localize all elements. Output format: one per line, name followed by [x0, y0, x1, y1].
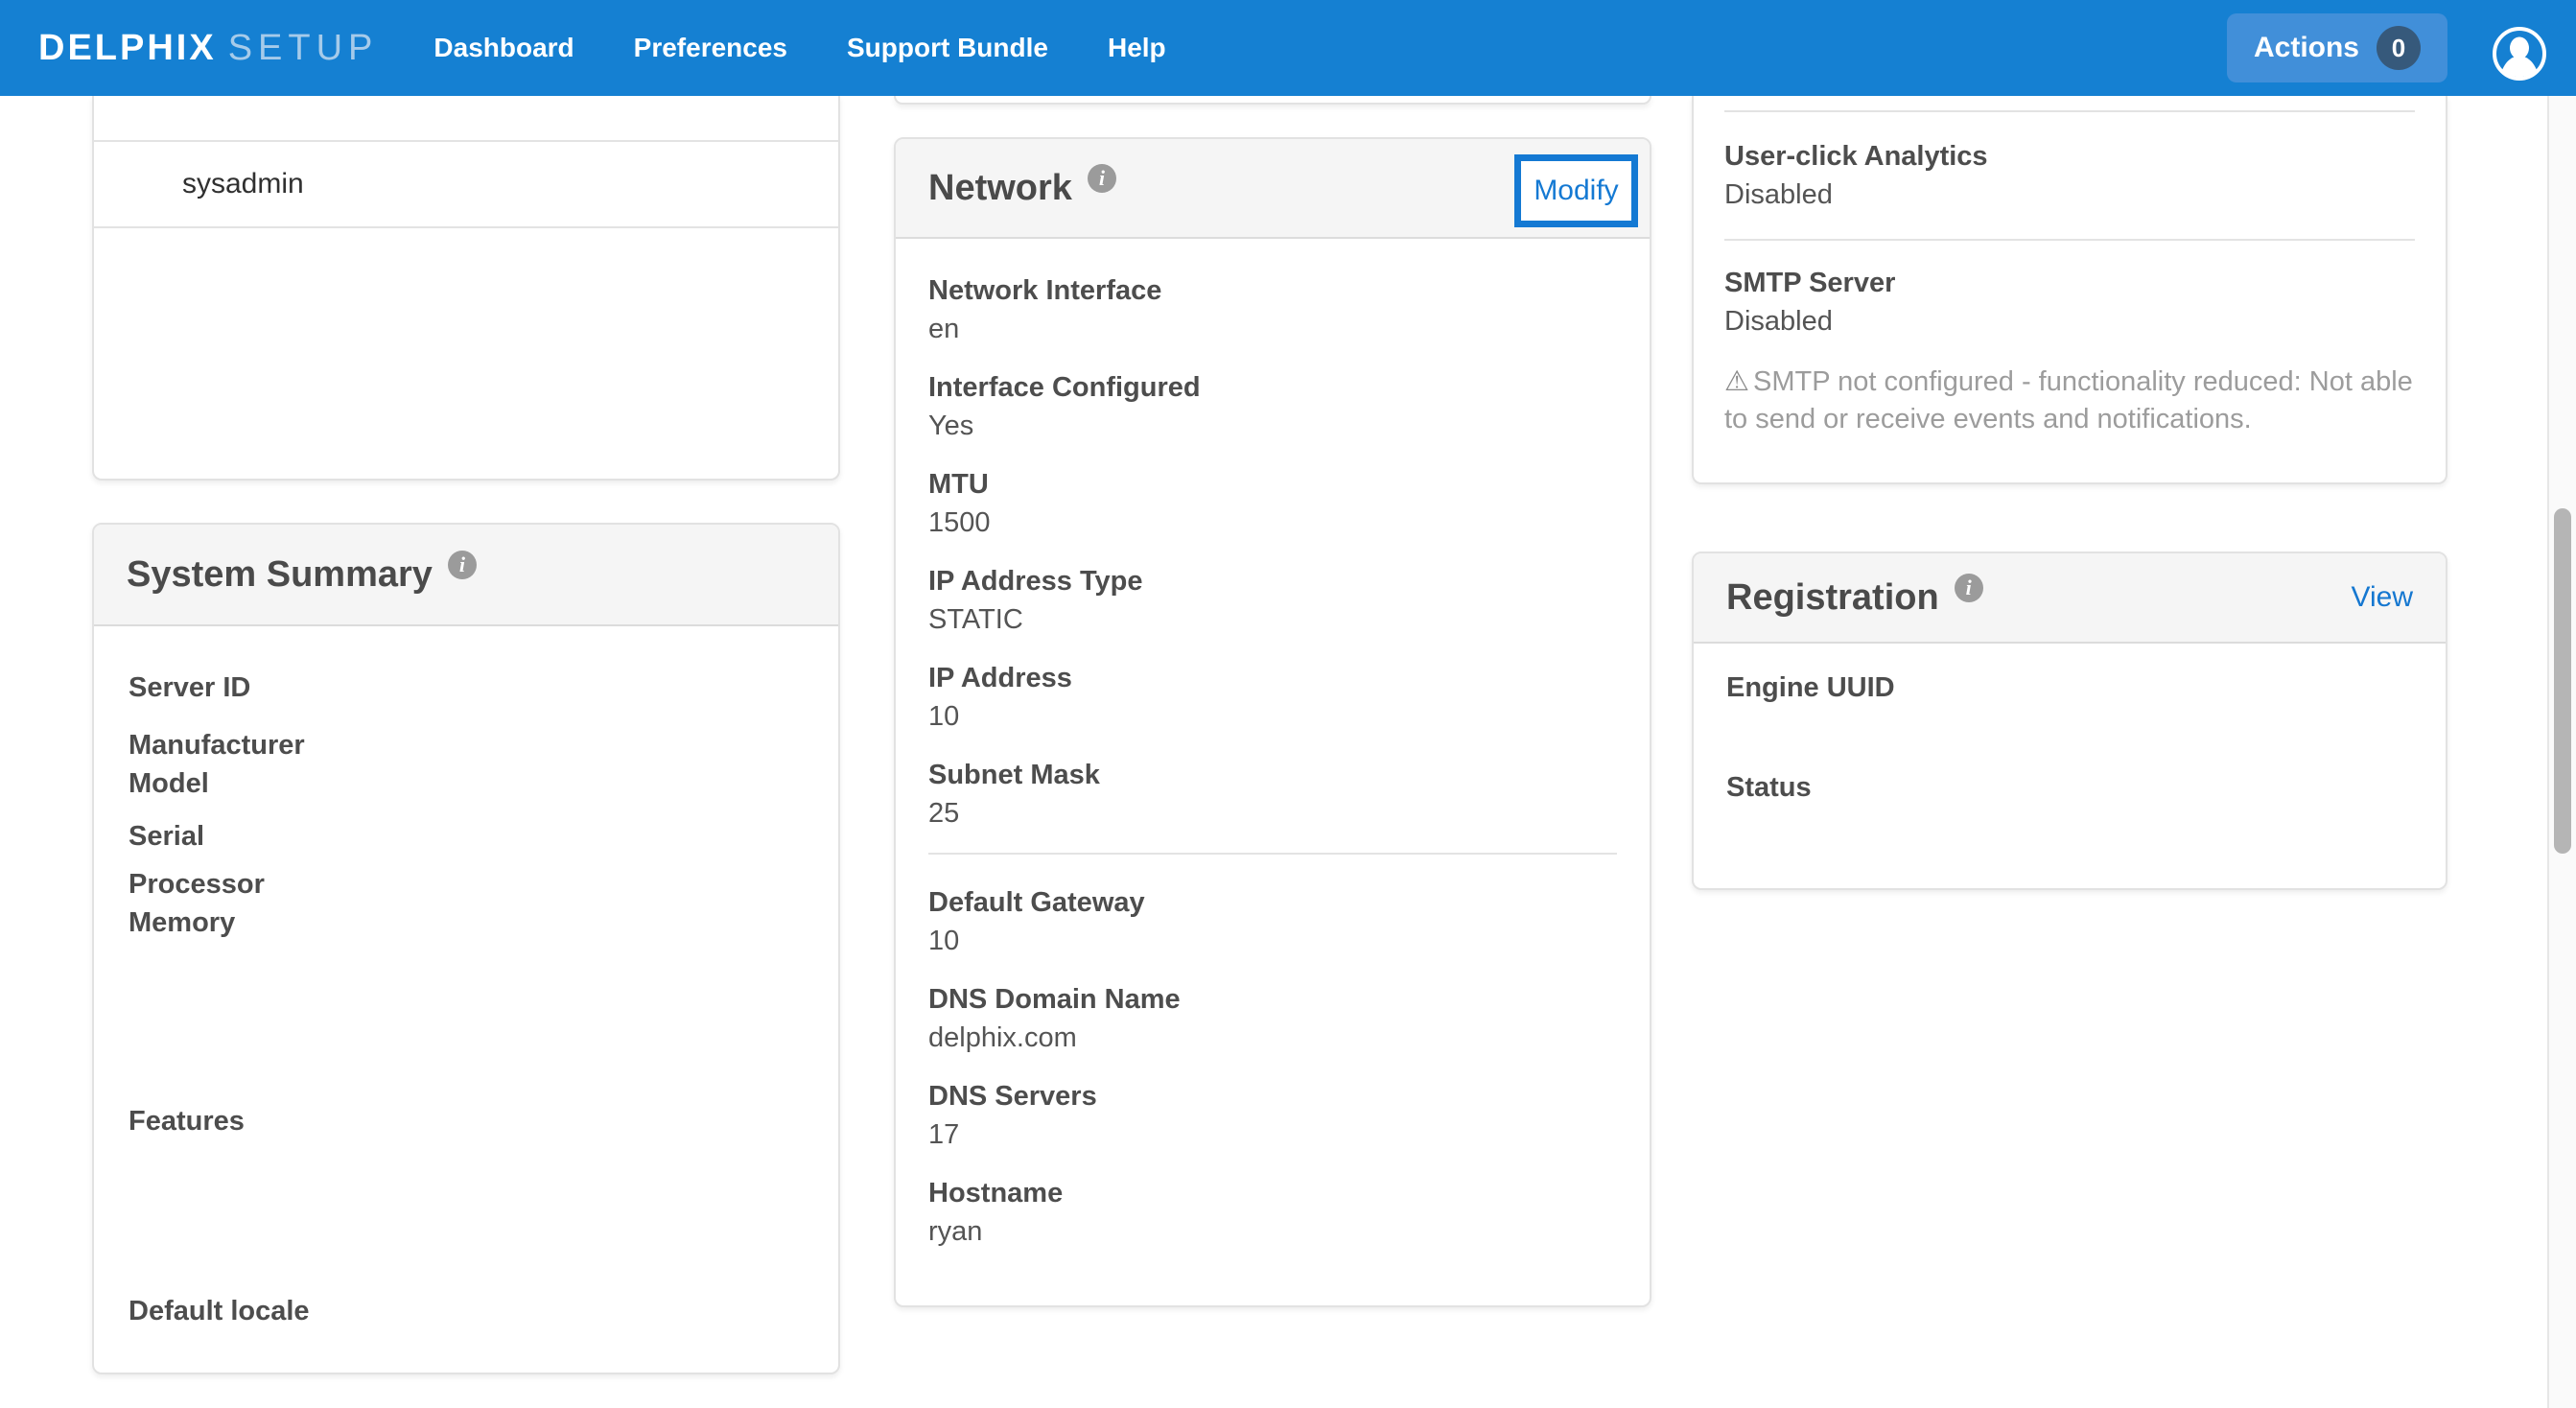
field-label: IP Address Type — [928, 562, 1617, 600]
field-interface-configured: Interface Configured Yes — [928, 368, 1617, 445]
field-label: SMTP Server — [1724, 264, 2415, 302]
analytics-smtp-card: User-click Analytics Disabled SMTP Serve… — [1692, 96, 2447, 484]
nav-item-help[interactable]: Help — [1108, 33, 1166, 63]
info-icon[interactable]: i — [1088, 164, 1116, 193]
field-value: 25 — [928, 794, 1617, 833]
registration-header: Registration i View — [1694, 553, 2446, 644]
warning-icon: ⚠ — [1724, 366, 1749, 397]
label-default-locale: Default locale — [129, 1292, 804, 1330]
label-status: Status — [1726, 768, 2413, 807]
nav-menu: Dashboard Preferences Support Bundle Hel… — [433, 33, 1165, 63]
system-summary-body: Server ID Manufacturer Model Serial Proc… — [94, 626, 838, 1330]
user-avatar-icon[interactable] — [2492, 26, 2547, 82]
smtp-warning-message: ⚠SMTP not configured - functionality red… — [1724, 364, 2415, 438]
registration-card: Registration i View Engine UUID Status — [1692, 551, 2447, 890]
network-header: Network i Modify — [896, 139, 1650, 239]
label-engine-uuid: Engine UUID — [1726, 669, 2413, 707]
nav-item-support-bundle[interactable]: Support Bundle — [847, 33, 1048, 63]
warning-label: SMTP not configured - functionality redu… — [1724, 366, 2413, 434]
field-value: STATIC — [928, 600, 1617, 639]
field-label: IP Address — [928, 659, 1617, 697]
field-default-gateway: Default Gateway 10 — [928, 883, 1617, 960]
label-server-id: Server ID — [129, 669, 804, 707]
field-value: 10 — [928, 697, 1617, 736]
field-user-click-analytics: User-click Analytics Disabled — [1724, 137, 2415, 214]
label-memory: Memory — [129, 903, 804, 942]
vertical-scrollbar-thumb[interactable] — [2554, 508, 2571, 854]
section-divider — [1724, 110, 2415, 112]
previous-card-bottom-edge — [894, 96, 1651, 105]
actions-button[interactable]: Actions 0 — [2227, 13, 2447, 82]
users-card: sysadmin — [92, 96, 840, 481]
brand-secondary: SETUP — [228, 28, 379, 69]
label-model: Model — [129, 764, 804, 803]
section-divider — [928, 853, 1617, 855]
field-label: Default Gateway — [928, 883, 1617, 922]
view-link[interactable]: View — [2352, 581, 2413, 614]
field-network-interface: Network Interface en — [928, 271, 1617, 348]
list-item-sysadmin[interactable]: sysadmin — [94, 140, 838, 228]
system-summary-header: System Summary i — [94, 525, 838, 626]
field-value: 17 — [928, 1115, 1617, 1154]
label-processor: Processor — [129, 865, 804, 903]
field-value: ryan — [928, 1212, 1617, 1251]
delphix-setup-logo[interactable]: DELPHIX SETUP — [38, 28, 378, 69]
field-label: DNS Servers — [928, 1077, 1617, 1115]
modify-button[interactable]: Modify — [1514, 154, 1638, 227]
registration-body: Engine UUID Status — [1694, 644, 2446, 807]
section-divider — [1724, 239, 2415, 241]
system-summary-title: System Summary — [127, 554, 433, 596]
field-value: en — [928, 310, 1617, 348]
actions-count-badge: 0 — [2377, 26, 2421, 70]
info-icon[interactable]: i — [1955, 574, 1983, 602]
network-title: Network — [928, 168, 1072, 209]
field-value: 10 — [928, 922, 1617, 960]
network-body: Network Interface en Interface Configure… — [896, 239, 1650, 1251]
top-navbar: DELPHIX SETUP Dashboard Preferences Supp… — [0, 0, 2576, 96]
field-dns-domain-name: DNS Domain Name delphix.com — [928, 980, 1617, 1057]
field-label: User-click Analytics — [1724, 137, 2415, 176]
field-label: Subnet Mask — [928, 756, 1617, 794]
field-label: DNS Domain Name — [928, 980, 1617, 1019]
info-icon[interactable]: i — [448, 551, 477, 579]
user-name: sysadmin — [182, 168, 304, 200]
label-manufacturer: Manufacturer — [129, 726, 804, 764]
nav-item-dashboard[interactable]: Dashboard — [433, 33, 574, 63]
field-subnet-mask: Subnet Mask 25 — [928, 756, 1617, 833]
field-value: 1500 — [928, 504, 1617, 542]
field-dns-servers: DNS Servers 17 — [928, 1077, 1617, 1154]
field-label: Network Interface — [928, 271, 1617, 310]
field-ip-address: IP Address 10 — [928, 659, 1617, 736]
field-label: Hostname — [928, 1174, 1617, 1212]
field-value: delphix.com — [928, 1019, 1617, 1057]
label-serial: Serial — [129, 817, 804, 856]
field-value: Disabled — [1724, 176, 2415, 214]
field-value: Yes — [928, 407, 1617, 445]
field-mtu: MTU 1500 — [928, 465, 1617, 542]
field-label: MTU — [928, 465, 1617, 504]
actions-button-label: Actions — [2254, 32, 2359, 64]
field-label: Interface Configured — [928, 368, 1617, 407]
field-value: Disabled — [1724, 302, 2415, 340]
field-smtp-server: SMTP Server Disabled — [1724, 264, 2415, 340]
field-ip-address-type: IP Address Type STATIC — [928, 562, 1617, 639]
system-summary-card: System Summary i Server ID Manufacturer … — [92, 523, 840, 1374]
label-features: Features — [129, 1102, 804, 1140]
network-card: Network i Modify Network Interface en In… — [894, 137, 1651, 1307]
registration-title: Registration — [1726, 577, 1939, 619]
nav-item-preferences[interactable]: Preferences — [634, 33, 787, 63]
field-hostname: Hostname ryan — [928, 1174, 1617, 1251]
vertical-scrollbar-track[interactable] — [2547, 96, 2576, 1408]
brand-primary: DELPHIX — [38, 28, 217, 69]
